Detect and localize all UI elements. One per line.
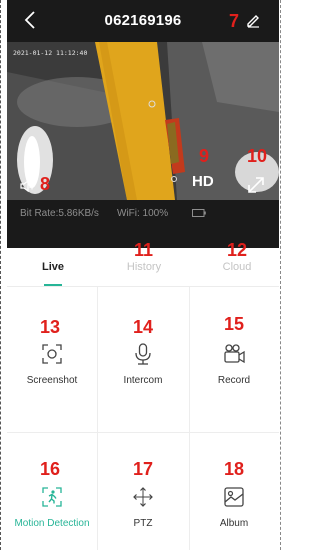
callout-badge-13: 13 bbox=[40, 317, 61, 337]
image-album-icon bbox=[224, 487, 244, 507]
wifi-readout: WiFi: 100% bbox=[117, 208, 169, 219]
battery-icon bbox=[192, 209, 206, 217]
running-person-icon bbox=[42, 487, 62, 507]
grid-divider bbox=[7, 432, 279, 433]
tab-bar: Live History 11 Cloud 12 bbox=[7, 241, 279, 287]
bitrate-readout: Bit Rate:5.86KB/s bbox=[20, 208, 99, 219]
tab-cloud[interactable]: Cloud bbox=[207, 261, 267, 273]
callout-badge-17: 17 bbox=[133, 459, 154, 479]
tab-live[interactable]: Live bbox=[23, 261, 83, 273]
hd-quality-toggle[interactable]: HD bbox=[192, 173, 214, 190]
intercom-label: Intercom bbox=[123, 375, 163, 386]
callout-badge-16: 16 bbox=[40, 459, 61, 479]
callout-badge-9: 9 bbox=[199, 146, 210, 166]
move-arrows-icon bbox=[133, 487, 153, 507]
callout-badge-10: 10 bbox=[247, 146, 268, 166]
live-video-feed[interactable]: 2021-01-12 11:12:40 8 9 HD 10 bbox=[7, 42, 279, 200]
callout-badge-12: 12 bbox=[227, 240, 248, 260]
live-actions-grid: 13 Screenshot 14 Intercom 15 Record 16 M… bbox=[7, 287, 279, 550]
edit-pencil-icon[interactable] bbox=[245, 12, 261, 28]
left-dashed-border bbox=[0, 0, 1, 550]
camera-screenshot-icon bbox=[42, 344, 62, 364]
callout-badge-14: 14 bbox=[133, 317, 154, 337]
microphone-icon bbox=[135, 343, 151, 365]
screenshot-label: Screenshot bbox=[26, 375, 78, 386]
screenshot-button[interactable]: Screenshot bbox=[7, 342, 97, 386]
right-dashed-border bbox=[280, 0, 281, 550]
callout-badge-15: 15 bbox=[224, 314, 245, 334]
callout-badge-7: 7 bbox=[229, 11, 240, 31]
album-button[interactable]: Album bbox=[189, 485, 279, 529]
active-tab-indicator bbox=[44, 284, 62, 286]
callout-badge-8: 8 bbox=[40, 174, 51, 194]
speaker-icon[interactable] bbox=[19, 178, 35, 194]
intercom-button[interactable]: Intercom bbox=[98, 342, 188, 386]
fullscreen-expand-icon[interactable] bbox=[245, 174, 267, 196]
video-record-icon bbox=[224, 344, 245, 364]
motion-detection-label: Motion Detection bbox=[14, 518, 90, 529]
album-label: Album bbox=[219, 518, 249, 529]
callout-badge-18: 18 bbox=[224, 459, 245, 479]
ptz-label: PTZ bbox=[133, 518, 153, 529]
ptz-button[interactable]: PTZ bbox=[98, 485, 188, 529]
top-app-bar: 062169196 7 bbox=[7, 0, 279, 42]
record-button[interactable]: Record bbox=[189, 342, 279, 386]
stream-status-bar: Bit Rate:5.86KB/s WiFi: 100% bbox=[7, 200, 279, 226]
video-timestamp: 2021-01-12 11:12:40 bbox=[13, 49, 88, 57]
record-label: Record bbox=[217, 375, 251, 386]
tab-history[interactable]: History bbox=[114, 261, 174, 273]
motion-detection-button[interactable]: Motion Detection bbox=[7, 485, 97, 529]
callout-badge-11: 11 bbox=[134, 240, 154, 260]
